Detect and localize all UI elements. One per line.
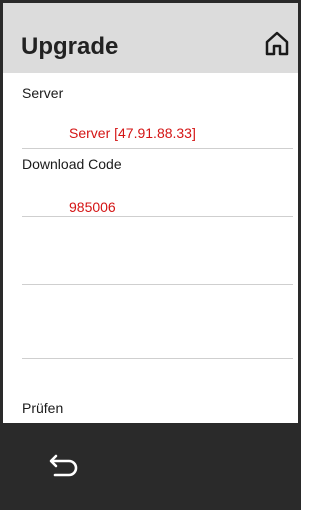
download-code-label: Download Code [22,156,122,172]
settings-content: Server Server [47.91.88.33] Download Cod… [3,73,298,423]
check-button[interactable]: Prüfen [22,400,63,416]
back-button[interactable] [43,447,83,487]
home-icon [265,31,289,56]
server-value[interactable]: Server [47.91.88.33] [69,125,196,141]
header-bar: Upgrade [3,3,298,73]
back-arrow-icon [49,454,78,477]
home-button[interactable] [262,29,292,57]
page-title: Upgrade [21,33,119,60]
footer-bar [3,423,298,510]
divider [22,358,293,359]
divider [22,284,293,285]
divider [22,216,293,217]
device-frame: Upgrade Server Server [47.91.88.33] Down… [0,0,301,510]
server-label: Server [22,85,64,101]
download-code-value[interactable]: 985006 [69,199,116,215]
divider [22,148,293,149]
